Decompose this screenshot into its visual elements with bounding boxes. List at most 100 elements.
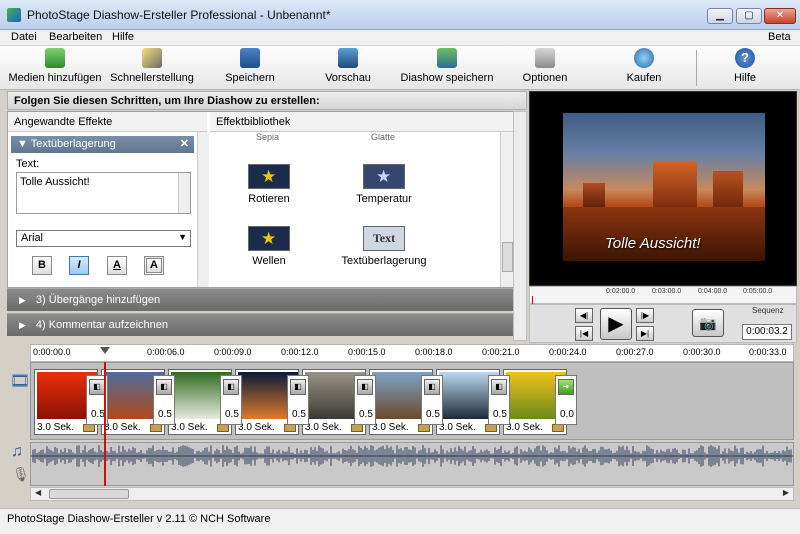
help-icon: ? [735, 48, 755, 68]
menu-datei[interactable]: Datei [11, 31, 37, 43]
help-button[interactable]: ? Hilfe [728, 48, 762, 88]
go-start-button[interactable]: |◀ [575, 326, 593, 341]
timeline-transition[interactable]: ➜ 0.0 [555, 375, 577, 425]
save-icon [240, 48, 260, 68]
clip-duration[interactable]: 3.0 Sek. [372, 422, 409, 433]
duration-ruler-icon [418, 424, 430, 432]
save-slideshow-button[interactable]: Diashow speichern [400, 48, 494, 88]
text-outline-button[interactable]: A [144, 256, 164, 275]
timeline-transition[interactable]: ◧ 0.5 [153, 375, 175, 425]
font-select-value: Arial [21, 232, 44, 244]
overlay-text-value: Tolle Aussicht! [20, 176, 90, 188]
menu-hilfe[interactable]: Hilfe [112, 31, 134, 43]
timeline-transition[interactable]: ◧ 0.5 [220, 375, 242, 425]
transition-duration: 0.5 [493, 409, 507, 420]
timeline-transition[interactable]: ◧ 0.5 [287, 375, 309, 425]
clip-duration[interactable]: 3.0 Sek. [238, 422, 275, 433]
transition-duration: 0.5 [426, 409, 440, 420]
bold-button[interactable]: B [32, 256, 52, 275]
timeline-ruler-label: 0:00:27.0 [616, 347, 654, 357]
transition-icon: ◧ [223, 379, 239, 395]
timeline-transition[interactable]: ◧ 0.5 [354, 375, 376, 425]
timeline-scrollbar-thumb[interactable] [49, 489, 129, 499]
video-track-icon: 🎞 [10, 373, 31, 390]
step-forward-button[interactable]: |▶ [636, 308, 654, 323]
overlay-text-input[interactable]: Tolle Aussicht! [16, 172, 191, 214]
go-end-button[interactable]: ▶| [636, 326, 654, 341]
toolbar-separator [696, 50, 697, 86]
preview-window: Tolle Aussicht! [529, 91, 797, 286]
status-bar: PhotoStage Diashow-Ersteller v 2.11 © NC… [0, 508, 800, 534]
effect-library-header: Effektbibliothek [210, 112, 514, 132]
timeline-ruler[interactable]: 0:00:00.0 0:00:06.0 0:00:09.0 0:00:12.0 0:00… [30, 344, 794, 362]
audio-track[interactable] [30, 442, 794, 486]
library-item-temperatur[interactable]: ★ Temperatur [353, 164, 415, 205]
timeline-ruler-label: 0:00:00.0 [33, 347, 71, 357]
transition-duration: 0.5 [91, 409, 105, 420]
scroll-left-icon[interactable]: ◀ [35, 488, 41, 497]
magic-wand-icon [142, 48, 162, 68]
library-scrollbar[interactable] [500, 132, 514, 287]
clip-duration[interactable]: 3.0 Sek. [104, 422, 141, 433]
video-track[interactable]: 3.0 Sek. 3.0 Sek. 3.0 Sek. 3.0 Sek. 3.0 Sek.… [30, 362, 794, 440]
save-button[interactable]: Speichern [222, 48, 278, 88]
library-item-textueberlagerung[interactable]: Text Textüberlagerung [336, 226, 432, 267]
library-item-rotieren[interactable]: ★ Rotieren [238, 164, 300, 205]
preview-ruler[interactable]: 0:02:00.0 0:03:00.0 0:04:00.0 0:05:00.0 [529, 286, 797, 304]
italic-button[interactable]: I [69, 256, 89, 275]
clip-duration[interactable]: 3.0 Sek. [171, 422, 208, 433]
buy-button[interactable]: Kaufen [622, 48, 666, 88]
quick-create-button[interactable]: Schnellerstellung [110, 48, 194, 88]
timeline-ruler-label: 0:00:12.0 [281, 347, 319, 357]
library-scrollbar-thumb[interactable] [502, 242, 513, 272]
transition-duration: 0.5 [359, 409, 373, 420]
playhead-handle[interactable] [100, 347, 110, 354]
text-color-button[interactable]: A [107, 256, 127, 275]
library-item-glatte-label: Glatte [371, 132, 396, 142]
clip-duration[interactable]: 3.0 Sek. [439, 422, 476, 433]
transition-icon: ◧ [491, 379, 507, 395]
preview-button[interactable]: Vorschau [322, 48, 374, 88]
maximize-button[interactable]: ▢ [736, 8, 762, 24]
transition-icon: ◧ [89, 379, 105, 395]
applied-effects-header: Angewandte Effekte [8, 112, 207, 132]
left-panel-scrollbar[interactable] [513, 111, 527, 341]
remove-effect-icon[interactable]: ✕ [180, 137, 189, 150]
clip-duration[interactable]: 3.0 Sek. [305, 422, 342, 433]
menu-bar: Datei Bearbeiten Hilfe Beta [0, 30, 800, 46]
timeline-transition[interactable]: ◧ 0.5 [421, 375, 443, 425]
playhead-line [104, 362, 106, 486]
minimize-button[interactable]: ▁ [707, 8, 733, 24]
applied-effects-scrollbar[interactable] [197, 132, 209, 287]
library-item-wellen[interactable]: ★ Wellen [238, 226, 300, 267]
title-bar: PhotoStage Diashow-Ersteller Professiona… [0, 0, 800, 30]
menu-bearbeiten[interactable]: Bearbeiten [49, 31, 102, 43]
transition-duration: 0.5 [225, 409, 239, 420]
snapshot-camera-button[interactable]: 📷 [692, 309, 724, 337]
playback-controls: ◀| |◀ ▶ |▶ ▶| 📷 Sequenz 0:00:03.2 [529, 304, 797, 343]
options-button[interactable]: Optionen [518, 48, 572, 88]
step-transitions[interactable]: ▶ 3) Übergänge hinzufügen [7, 288, 527, 311]
duration-ruler-icon [150, 424, 162, 432]
clip-duration[interactable]: 3.0 Sek. [506, 422, 543, 433]
text-box-scrollbar[interactable] [178, 173, 190, 213]
timeline-scrollbar[interactable]: ◀ ▶ [30, 487, 794, 501]
step-back-button[interactable]: ◀| [575, 308, 593, 323]
font-select[interactable]: Arial ▼ [16, 230, 191, 247]
window-title: PhotoStage Diashow-Ersteller Professiona… [27, 8, 331, 22]
play-button[interactable]: ▶ [600, 308, 632, 340]
close-button[interactable]: ✕ [764, 8, 796, 24]
clip-duration[interactable]: 3.0 Sek. [37, 422, 74, 433]
expand-arrow-icon: ▶ [19, 295, 26, 305]
timeline-transition[interactable]: ◧ 0.5 [488, 375, 510, 425]
duration-ruler-icon [485, 424, 497, 432]
timeline-ruler-label: 0:00:30.0 [683, 347, 721, 357]
steps-header: Folgen Sie diesen Schritten, um Ihre Dia… [7, 91, 527, 110]
add-media-button[interactable]: Medien hinzufügen [8, 48, 102, 88]
preview-position-marker[interactable] [532, 296, 533, 304]
sequence-label: Sequenz [752, 306, 784, 315]
scroll-right-icon[interactable]: ▶ [783, 488, 789, 497]
text-overlay-panel-header[interactable]: ▼ Textüberlagerung ✕ [11, 136, 194, 153]
collapse-arrow-icon: ▼ [17, 138, 31, 150]
step-narration[interactable]: ▶ 4) Kommentar aufzeichnen [7, 313, 527, 336]
